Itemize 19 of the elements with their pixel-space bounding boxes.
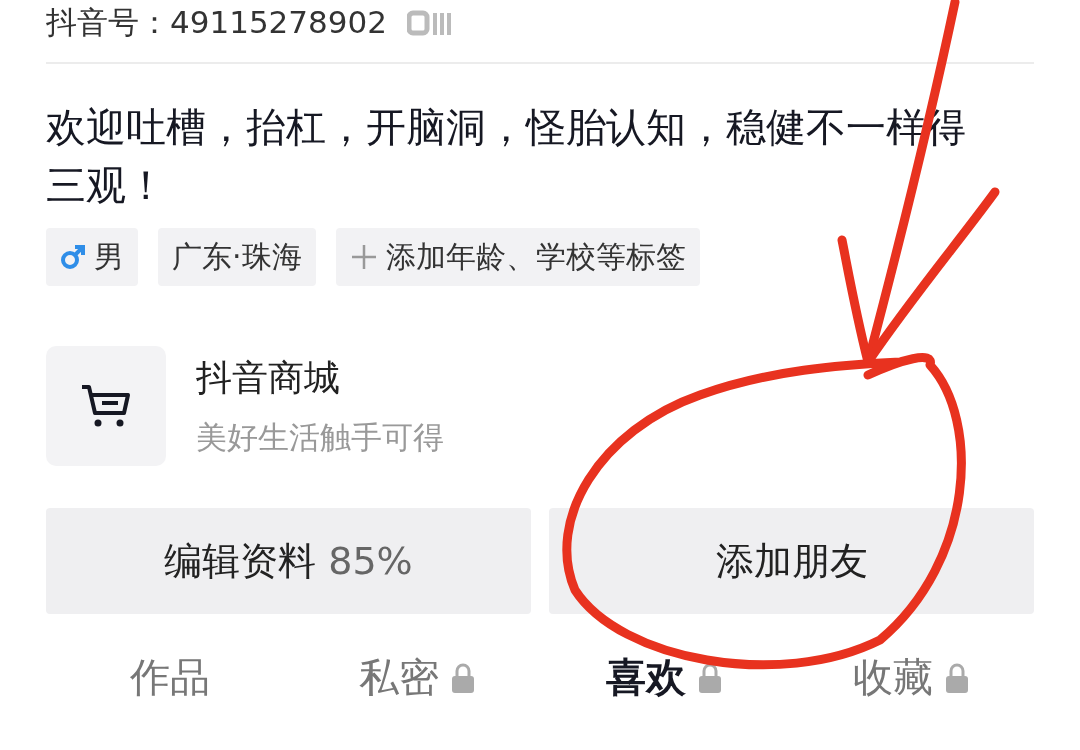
profile-tab[interactable]: 作品 (46, 650, 293, 705)
account-id: 抖音号：49115278902 (46, 3, 387, 42)
shop-icon-tile[interactable] (46, 346, 166, 466)
shop-subtitle: 美好生活触手可得 (196, 417, 444, 457)
profile-tag[interactable]: 广东·珠海 (158, 228, 316, 286)
shop-title[interactable]: 抖音商城 (196, 353, 444, 403)
profile-tab[interactable]: 喜欢 (540, 650, 787, 705)
profile-tag[interactable]: 男 (46, 228, 138, 286)
profile-tab[interactable]: 私密 (293, 650, 540, 705)
tag-label: 广东·珠海 (172, 237, 302, 276)
cart-icon (80, 383, 132, 429)
add-friends-button[interactable]: 添加朋友 (549, 508, 1034, 614)
tag-label: 添加年龄、学校等标签 (385, 237, 686, 276)
plus-icon (349, 243, 378, 271)
tag-label: 男 (94, 237, 124, 276)
profile-tag[interactable]: 添加年龄、学校等标签 (335, 228, 700, 286)
edit-profile-button[interactable]: 编辑资料 85% (46, 508, 531, 614)
male-symbol-icon (60, 244, 86, 270)
profile-tab[interactable]: 收藏 (787, 650, 1034, 705)
